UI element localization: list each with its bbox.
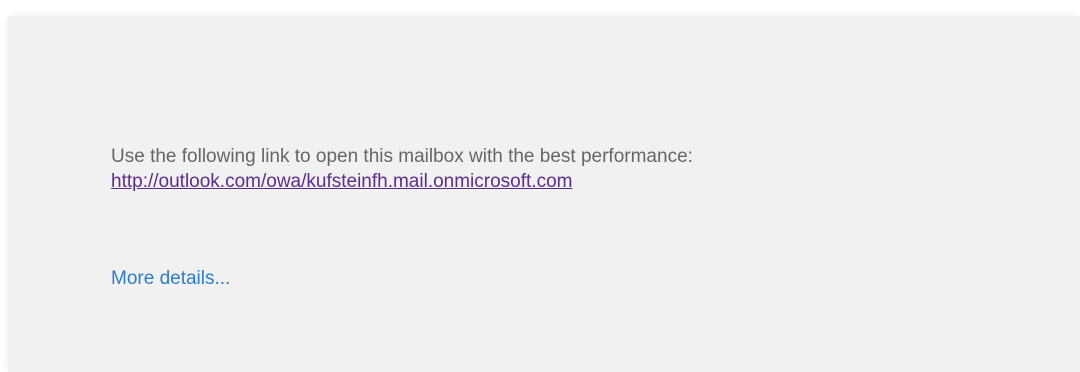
page: Use the following link to open this mail… [0, 0, 1080, 372]
mailbox-message-text: Use the following link to open this mail… [111, 146, 693, 167]
mailbox-link[interactable]: http://outlook.com/owa/kufsteinfh.mail.o… [111, 169, 572, 194]
mailbox-message: Use the following link to open this mail… [111, 144, 693, 194]
error-panel: Use the following link to open this mail… [8, 16, 1080, 372]
more-details-link[interactable]: More details... [111, 266, 230, 291]
